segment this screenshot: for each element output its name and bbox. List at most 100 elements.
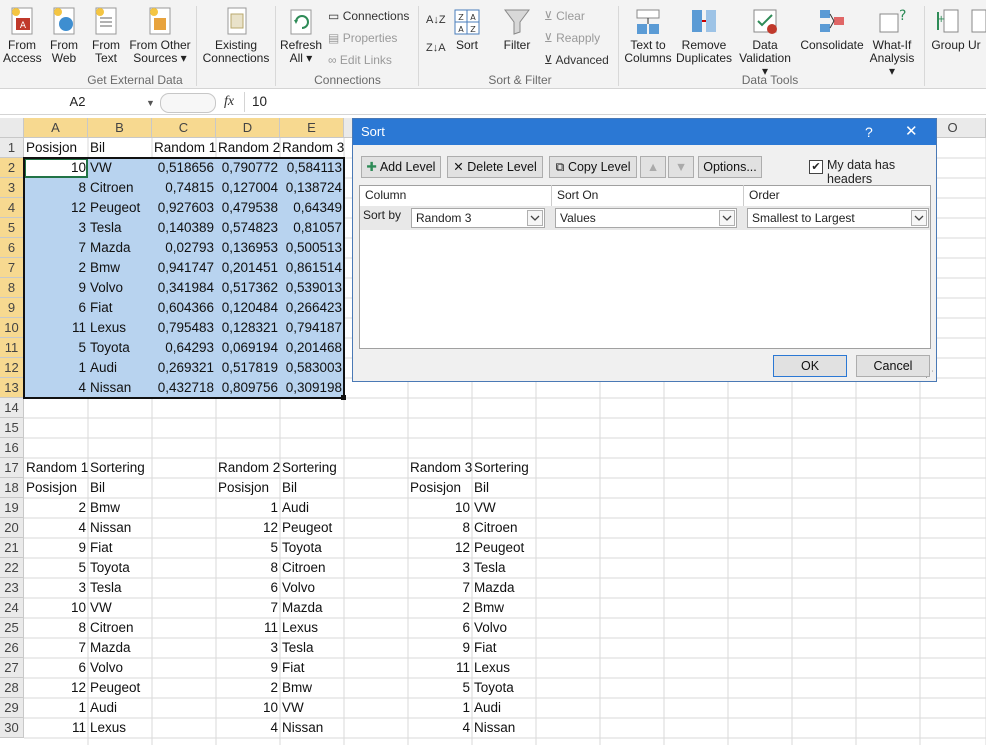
cell[interactable]: Mazda — [280, 598, 344, 618]
cell[interactable]: Peugeot — [88, 678, 152, 698]
cell[interactable]: 2 — [216, 678, 280, 698]
cell[interactable]: 6 — [408, 618, 472, 638]
cell[interactable]: 1 — [408, 698, 472, 718]
cell[interactable]: 0,790772 — [216, 158, 280, 178]
cell[interactable]: 0,74815 — [152, 178, 216, 198]
cell[interactable]: 0,140389 — [152, 218, 216, 238]
row-header[interactable]: 6 — [0, 238, 24, 258]
row-header[interactable]: 27 — [0, 658, 24, 678]
cell[interactable]: 0,069194 — [216, 338, 280, 358]
cell[interactable]: Volvo — [472, 618, 536, 638]
cell[interactable]: 12 — [408, 538, 472, 558]
cell[interactable]: Random 1 — [152, 138, 216, 158]
cell[interactable]: Lexus — [88, 318, 152, 338]
cell[interactable]: Bil — [280, 478, 344, 498]
cell[interactable]: Audi — [88, 358, 152, 378]
cell[interactable]: 1 — [24, 358, 88, 378]
cell[interactable]: 0,574823 — [216, 218, 280, 238]
row-header[interactable]: 5 — [0, 218, 24, 238]
cell[interactable]: 8 — [24, 178, 88, 198]
column-select[interactable]: Random 3 — [411, 208, 545, 228]
cell[interactable]: 9 — [408, 638, 472, 658]
cell[interactable]: 4 — [24, 378, 88, 398]
cell[interactable]: Random 2 — [216, 458, 280, 478]
cell[interactable]: Lexus — [88, 718, 152, 738]
cell[interactable]: Citroen — [88, 178, 152, 198]
cell[interactable]: Random 1 — [24, 458, 88, 478]
cell[interactable]: 2 — [408, 598, 472, 618]
row-header[interactable]: 16 — [0, 438, 24, 458]
cell[interactable]: 7 — [408, 578, 472, 598]
cell[interactable]: 10 — [408, 498, 472, 518]
row-header[interactable]: 11 — [0, 338, 24, 358]
cell[interactable]: 0,128321 — [216, 318, 280, 338]
cell[interactable]: VW — [88, 158, 152, 178]
cell[interactable]: 0,927603 — [152, 198, 216, 218]
row-header[interactable]: 22 — [0, 558, 24, 578]
cell[interactable]: Mazda — [88, 638, 152, 658]
cell[interactable]: 0,584113 — [280, 158, 344, 178]
cell[interactable]: 5 — [24, 338, 88, 358]
cell[interactable]: 12 — [24, 198, 88, 218]
cell[interactable]: Tesla — [88, 578, 152, 598]
row-header[interactable]: 24 — [0, 598, 24, 618]
cell[interactable]: 0,432718 — [152, 378, 216, 398]
cell[interactable]: 9 — [24, 538, 88, 558]
cell[interactable]: Sortering — [88, 458, 152, 478]
cell[interactable]: Audi — [280, 498, 344, 518]
cell[interactable]: Bmw — [88, 498, 152, 518]
cell[interactable]: 0,479538 — [216, 198, 280, 218]
cell[interactable]: 0,517362 — [216, 278, 280, 298]
cell[interactable]: Bmw — [88, 258, 152, 278]
row-header[interactable]: 21 — [0, 538, 24, 558]
cell[interactable]: 0,809756 — [216, 378, 280, 398]
cell[interactable]: 0,64293 — [152, 338, 216, 358]
row-header[interactable]: 8 — [0, 278, 24, 298]
cell[interactable]: Bil — [88, 478, 152, 498]
row-header[interactable]: 23 — [0, 578, 24, 598]
cell[interactable]: 0,120484 — [216, 298, 280, 318]
column-header[interactable]: E — [280, 118, 344, 138]
cell[interactable]: 5 — [216, 538, 280, 558]
cell[interactable]: Fiat — [472, 638, 536, 658]
cell[interactable]: 0,941747 — [152, 258, 216, 278]
cell[interactable]: 0,138724 — [280, 178, 344, 198]
cell[interactable]: Posisjon — [216, 478, 280, 498]
cell[interactable]: 7 — [24, 638, 88, 658]
cell[interactable]: Bmw — [472, 598, 536, 618]
cell[interactable]: 0,500513 — [280, 238, 344, 258]
cell[interactable]: 0,64349 — [280, 198, 344, 218]
row-header[interactable]: 20 — [0, 518, 24, 538]
cell[interactable]: 4 — [216, 718, 280, 738]
cell[interactable]: 0,201451 — [216, 258, 280, 278]
cell[interactable]: 10 — [216, 698, 280, 718]
cell[interactable]: Random 3 — [280, 138, 344, 158]
cell[interactable]: Random 3 — [408, 458, 472, 478]
row-header[interactable]: 4 — [0, 198, 24, 218]
row-header[interactable]: 13 — [0, 378, 24, 398]
cell[interactable]: 0,341984 — [152, 278, 216, 298]
cell[interactable]: 0,583003 — [280, 358, 344, 378]
cell[interactable]: 0,518656 — [152, 158, 216, 178]
cell[interactable]: Mazda — [88, 238, 152, 258]
options-button[interactable]: Options... — [698, 156, 762, 178]
cell[interactable]: Nissan — [88, 378, 152, 398]
resize-grip-icon[interactable]: ⋰ — [925, 369, 934, 380]
cell[interactable]: Toyota — [88, 338, 152, 358]
cell[interactable]: VW — [88, 598, 152, 618]
row-header[interactable]: 12 — [0, 358, 24, 378]
cell[interactable]: 7 — [216, 598, 280, 618]
row-header[interactable]: 25 — [0, 618, 24, 638]
cell[interactable]: Audi — [88, 698, 152, 718]
row-header[interactable]: 7 — [0, 258, 24, 278]
cell[interactable]: 0,794187 — [280, 318, 344, 338]
cell[interactable]: 1 — [24, 698, 88, 718]
cell[interactable]: 7 — [24, 238, 88, 258]
copy-level-button[interactable]: ⧉ Copy Level — [549, 156, 637, 178]
row-header[interactable]: 14 — [0, 398, 24, 418]
cell[interactable]: 4 — [24, 518, 88, 538]
active-cell[interactable] — [24, 158, 88, 178]
cell[interactable]: Citroen — [472, 518, 536, 538]
column-header[interactable]: D — [216, 118, 280, 138]
order-select[interactable]: Smallest to Largest — [747, 208, 929, 228]
